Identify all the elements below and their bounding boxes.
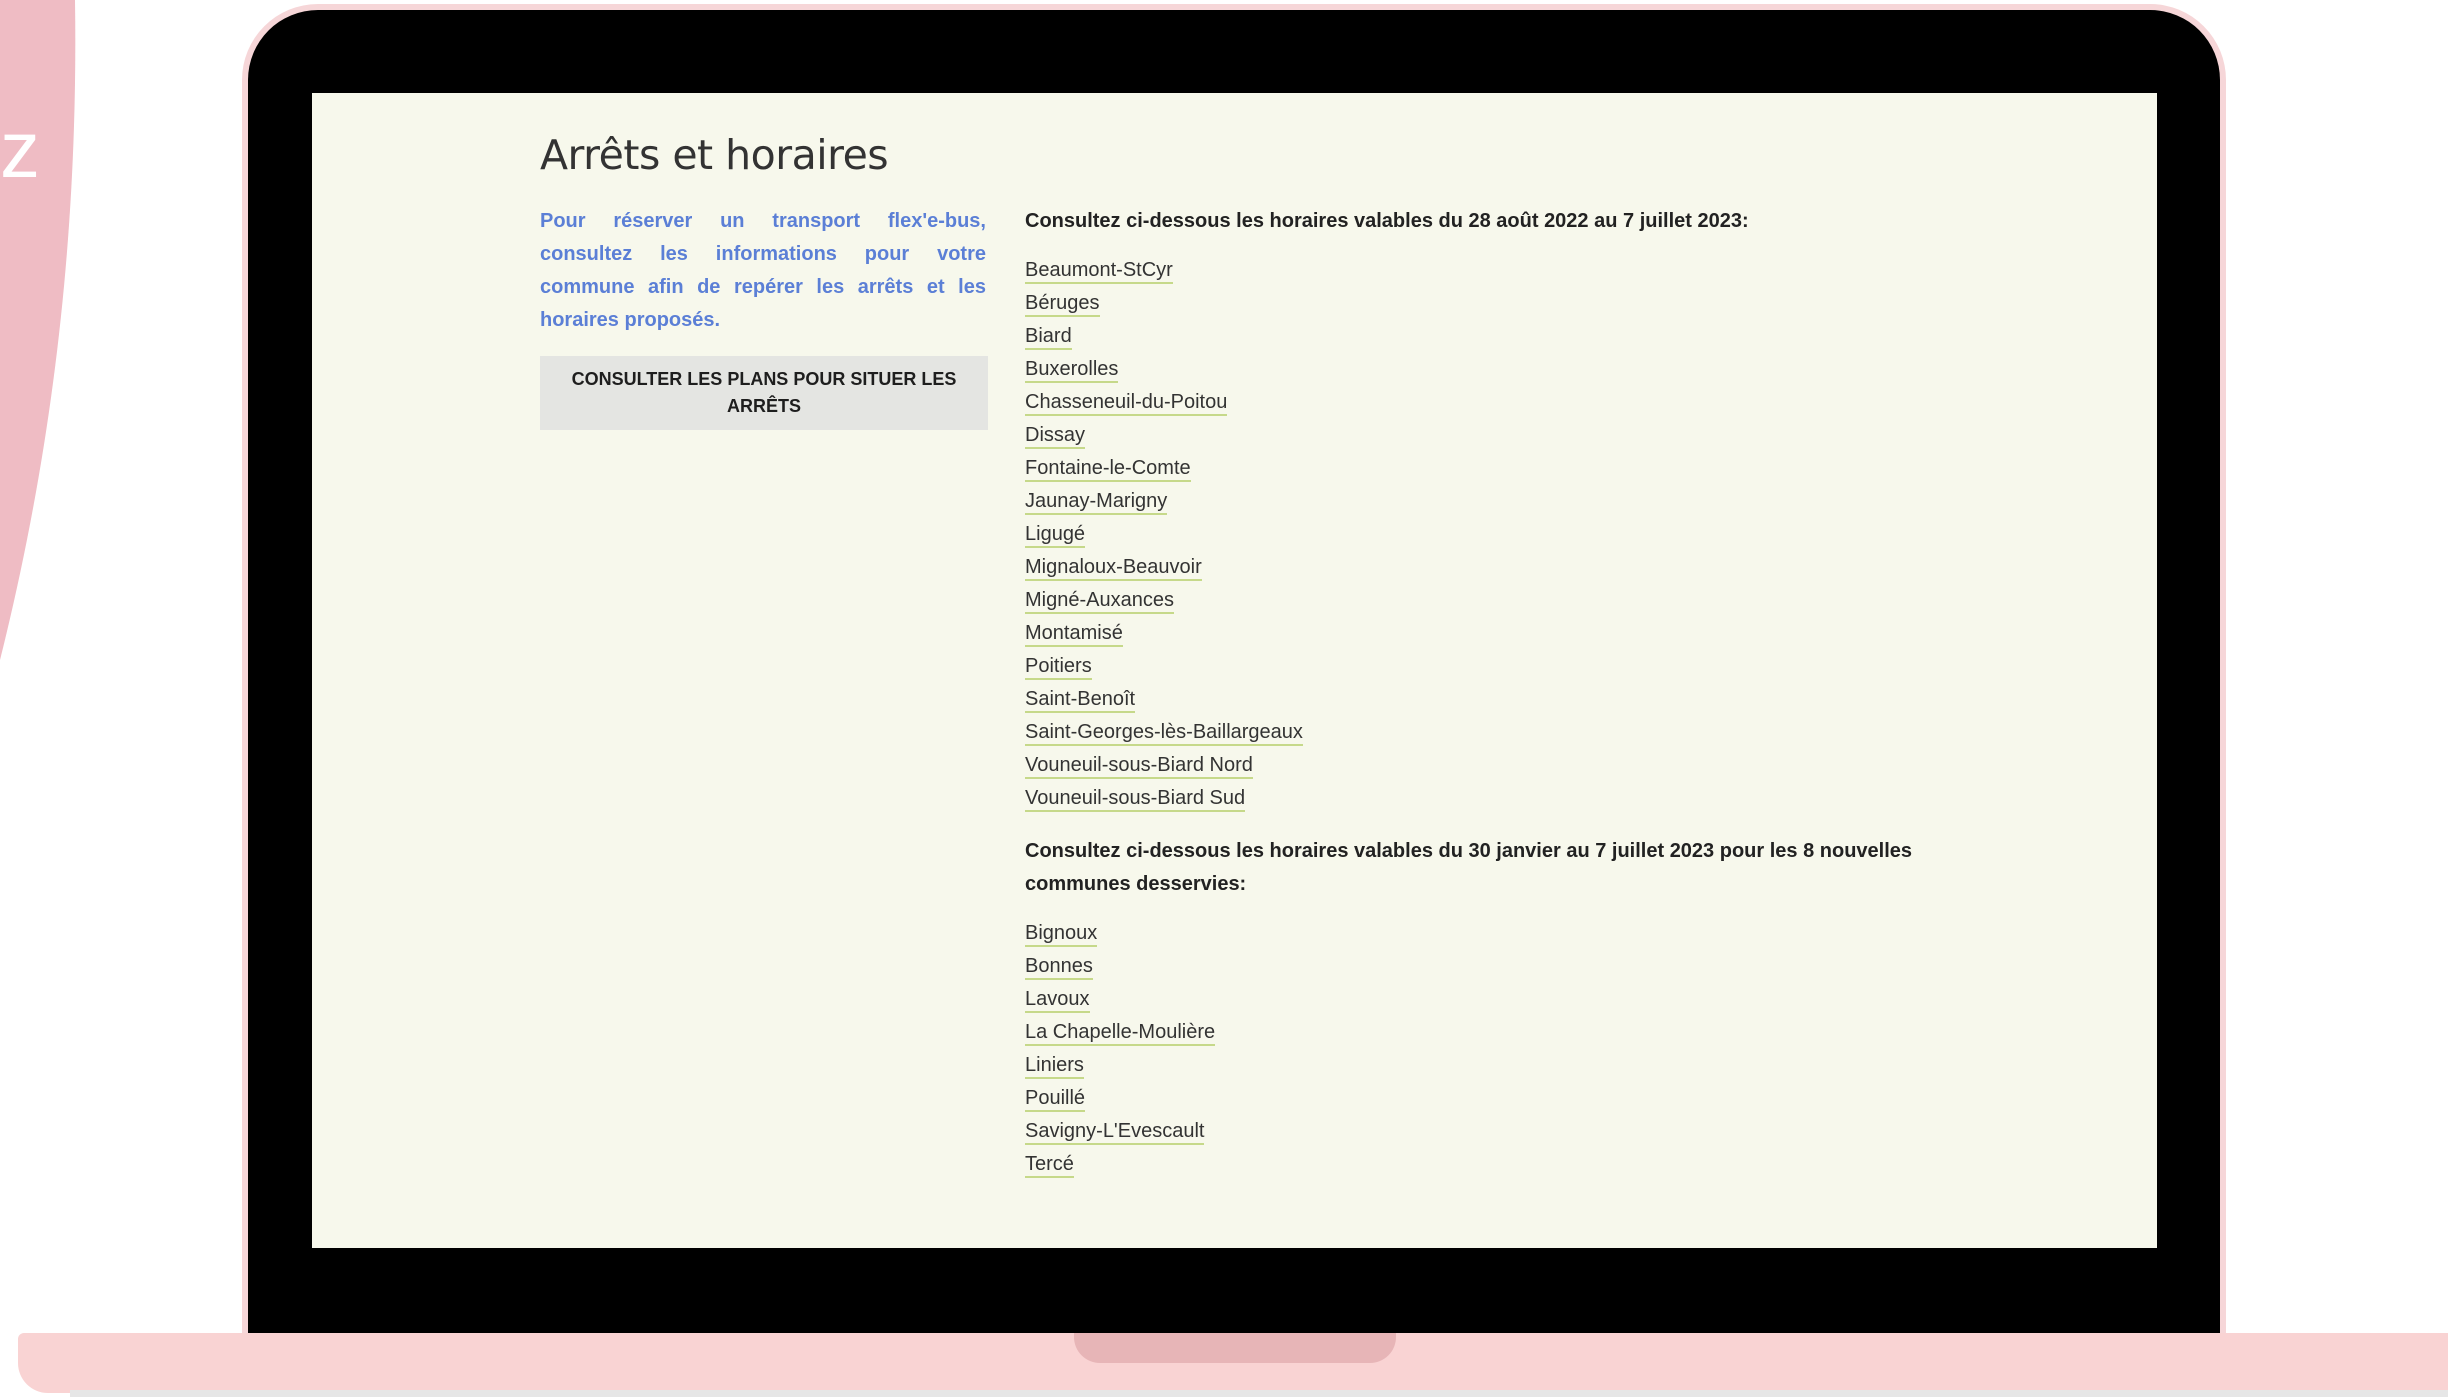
- town-schedule-link[interactable]: Pouillé: [1025, 1087, 1086, 1112]
- town-schedule-link[interactable]: Buxerolles: [1025, 358, 1119, 383]
- town-schedule-link[interactable]: Dissay: [1025, 424, 1086, 449]
- town-schedule-link[interactable]: Savigny-L'Evescault: [1025, 1120, 1205, 1145]
- intro-text: Pour réserver un transport flex'e-bus, c…: [540, 210, 986, 331]
- laptop-notch: [1074, 1333, 1396, 1363]
- town-schedule-link[interactable]: Saint-Benoît: [1025, 688, 1136, 713]
- town-schedule-link[interactable]: Bignoux: [1025, 922, 1098, 947]
- town-schedule-link[interactable]: La Chapelle-Moulière: [1025, 1021, 1216, 1046]
- town-schedule-link[interactable]: Liniers: [1025, 1054, 1084, 1079]
- schedule-1-heading: Consultez ci-dessous les horaires valabl…: [1025, 210, 1749, 232]
- schedule-1-town-list: Beaumont-StCyr Béruges Biard Buxerolles Chas…: [1025, 256, 1965, 817]
- list-item: Chasseneuil-du-Poitou: [1025, 388, 1965, 421]
- list-item: Migné-Auxances: [1025, 586, 1965, 619]
- schedule-2-heading: Consultez ci-dessous les horaires valabl…: [1025, 840, 1913, 895]
- town-schedule-link[interactable]: Bonnes: [1025, 955, 1093, 980]
- list-item: Vouneuil-sous-Biard Sud: [1025, 784, 1965, 817]
- list-item: Saint-Benoît: [1025, 685, 1965, 718]
- town-schedule-link[interactable]: Tercé: [1025, 1153, 1074, 1178]
- list-item: Fontaine-le-Comte: [1025, 454, 1965, 487]
- list-item: Beaumont-StCyr: [1025, 256, 1965, 289]
- schedules-content: Consultez ci-dessous les horaires valabl…: [1025, 205, 1965, 1183]
- town-schedule-link[interactable]: Migné-Auxances: [1025, 589, 1174, 614]
- consult-plans-button[interactable]: CONSULTER LES PLANS POUR SITUER LES ARRÊ…: [540, 356, 988, 430]
- town-schedule-link[interactable]: Montamisé: [1025, 622, 1123, 647]
- list-item: Liniers: [1025, 1051, 1965, 1084]
- town-schedule-link[interactable]: Vouneuil-sous-Biard Nord: [1025, 754, 1253, 779]
- list-item: Mignaloux-Beauvoir: [1025, 553, 1965, 586]
- laptop-base-shadow: [70, 1390, 2448, 1397]
- list-item: La Chapelle-Moulière: [1025, 1018, 1965, 1051]
- list-item: Biard: [1025, 322, 1965, 355]
- town-schedule-link[interactable]: Lavoux: [1025, 988, 1090, 1013]
- list-item: Poitiers: [1025, 652, 1965, 685]
- schedule-2-town-list: Bignoux Bonnes Lavoux La Chapelle-Moulière L…: [1025, 919, 1965, 1183]
- list-item: Vouneuil-sous-Biard Nord: [1025, 751, 1965, 784]
- list-item: Bignoux: [1025, 919, 1965, 952]
- decorative-letter: z: [0, 105, 40, 194]
- town-schedule-link[interactable]: Biard: [1025, 325, 1072, 350]
- town-schedule-link[interactable]: Vouneuil-sous-Biard Sud: [1025, 787, 1246, 812]
- laptop-screen: Arrêts et horaires Pour réserver un tran…: [312, 93, 2157, 1248]
- town-schedule-link[interactable]: Ligugé: [1025, 523, 1086, 548]
- list-item: Savigny-L'Evescault: [1025, 1117, 1965, 1150]
- town-schedule-link[interactable]: Béruges: [1025, 292, 1100, 317]
- list-item: Montamisé: [1025, 619, 1965, 652]
- list-item: Ligugé: [1025, 520, 1965, 553]
- town-schedule-link[interactable]: Chasseneuil-du-Poitou: [1025, 391, 1228, 416]
- list-item: Lavoux: [1025, 985, 1965, 1018]
- town-schedule-link[interactable]: Mignaloux-Beauvoir: [1025, 556, 1202, 581]
- town-schedule-link[interactable]: Fontaine-le-Comte: [1025, 457, 1191, 482]
- town-schedule-link[interactable]: Saint-Georges-lès-Baillargeaux: [1025, 721, 1303, 746]
- list-item: Buxerolles: [1025, 355, 1965, 388]
- list-item: Bonnes: [1025, 952, 1965, 985]
- list-item: Tercé: [1025, 1150, 1965, 1183]
- list-item: Dissay: [1025, 421, 1965, 454]
- list-item: Béruges: [1025, 289, 1965, 322]
- list-item: Saint-Georges-lès-Baillargeaux: [1025, 718, 1965, 751]
- page-title: Arrêts et horaires: [540, 131, 889, 179]
- town-schedule-link[interactable]: Beaumont-StCyr: [1025, 259, 1173, 284]
- town-schedule-link[interactable]: Poitiers: [1025, 655, 1092, 680]
- town-schedule-link[interactable]: Jaunay-Marigny: [1025, 490, 1168, 515]
- list-item: Pouillé: [1025, 1084, 1965, 1117]
- list-item: Jaunay-Marigny: [1025, 487, 1965, 520]
